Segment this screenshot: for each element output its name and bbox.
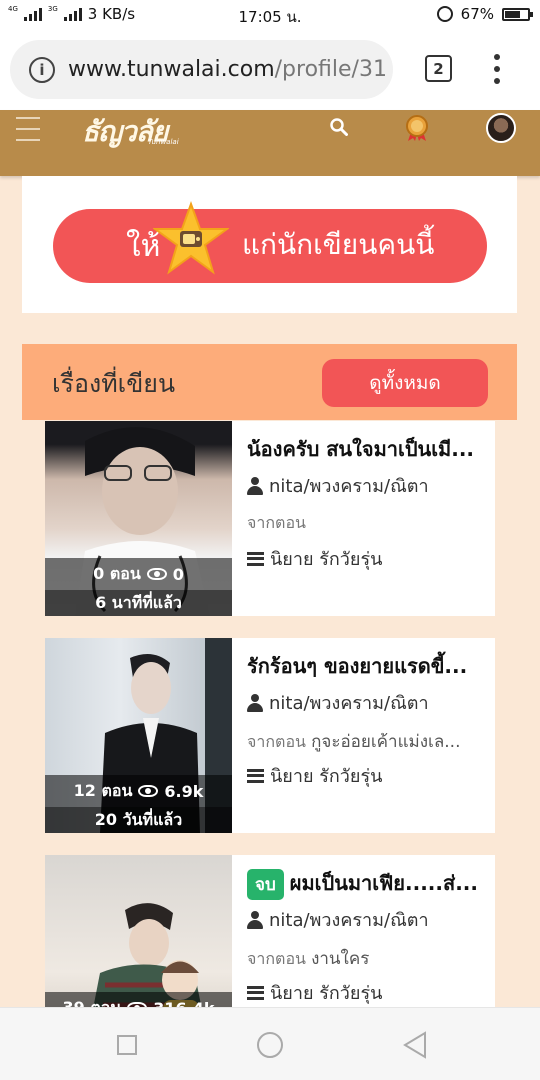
category-text: นิยาย รักวัยรุ่น: [270, 983, 383, 1004]
story-updated: 20 วันที่แล้ว: [45, 807, 232, 833]
medal-icon[interactable]: [403, 114, 431, 142]
category-text: นิยาย รักวัยรุ่น: [270, 766, 383, 787]
nav-square-icon[interactable]: [117, 1035, 137, 1055]
list-icon: [247, 985, 264, 1000]
star-coin-icon: [153, 201, 229, 275]
rotation-lock-icon: [436, 6, 453, 22]
tabs-icon[interactable]: 2: [425, 55, 452, 82]
story-title-text: ผมเป็นมาเฟีย.....ส่...: [289, 871, 478, 895]
status-right: 67%: [436, 5, 533, 23]
story-author[interactable]: nita/พวงคราม/ณิตา: [247, 688, 429, 717]
info-icon[interactable]: i: [29, 56, 55, 83]
from-label: จากตอน: [247, 732, 306, 751]
url-host: www.tunwalai.com: [68, 57, 275, 82]
story-stats: 12 ตอน 6.9k: [45, 775, 232, 807]
url-text[interactable]: www.tunwalai.com/profile/31: [68, 57, 387, 82]
story-category: นิยาย รักวัยรุ่น: [247, 978, 382, 1007]
story-title[interactable]: รักร้อนๆ ของยายแรดขี้...: [247, 650, 487, 682]
author-name: nita/พวงคราม/ณิตา: [269, 476, 429, 497]
url-path: /profile/31: [274, 57, 387, 82]
battery-icon: [502, 7, 533, 21]
episode-count: 0 ตอน: [93, 563, 141, 583]
user-icon: [247, 476, 263, 495]
nav-back-icon[interactable]: [402, 1031, 428, 1059]
status-bar: 4G 3G 3 KB/s 17:05 น. 67%: [0, 0, 540, 30]
see-all-button[interactable]: ดูทั้งหมด: [322, 359, 488, 407]
story-stats: 0 ตอน 0: [45, 558, 232, 590]
menu-icon[interactable]: [492, 54, 502, 84]
episode-title: งานใคร: [311, 949, 370, 969]
eye-icon: [146, 568, 167, 580]
story-cover[interactable]: 0 ตอน 0 6 นาทีที่แล้ว: [45, 421, 232, 616]
avatar[interactable]: [486, 113, 516, 143]
story-updated: 6 นาทีที่แล้ว: [45, 590, 232, 616]
from-label: จากตอน: [247, 513, 306, 532]
address-bar[interactable]: i www.tunwalai.com/profile/31: [10, 40, 393, 99]
story-author[interactable]: nita/พวงคราม/ณิตา: [247, 471, 429, 500]
list-icon: [247, 768, 264, 783]
eye-icon: [138, 785, 159, 797]
site-header: ธัญวลัย Tunwalai: [0, 110, 540, 176]
story-title[interactable]: จบ ผมเป็นมาเฟีย.....ส่...: [247, 867, 487, 900]
stories-section-header: เรื่องที่เขียน ดูทั้งหมด: [22, 344, 517, 420]
nav-home-icon[interactable]: [257, 1032, 283, 1058]
author-name: nita/พวงคราม/ณิตา: [269, 910, 429, 931]
story-category: นิยาย รักวัยรุ่น: [247, 761, 382, 790]
story-latest-episode[interactable]: จากตอน: [247, 511, 487, 536]
story-latest-episode[interactable]: จากตอน กูจะอ่อยเค้าแม่งเล...: [247, 728, 487, 755]
view-count: 6.9k: [164, 781, 204, 801]
story-card[interactable]: 0 ตอน 0 6 นาทีที่แล้ว น้องครับ สนใจมาเป็น…: [45, 421, 495, 616]
story-latest-episode[interactable]: จากตอน งานใคร: [247, 945, 487, 972]
user-icon: [247, 693, 263, 712]
story-title[interactable]: น้องครับ สนใจมาเป็นเมี...: [247, 433, 487, 465]
gift-coin-button[interactable]: ให้ แก่นักเขียนคนนี้: [53, 201, 487, 283]
hamburger-icon[interactable]: [16, 117, 40, 141]
category-text: นิยาย รักวัยรุ่น: [270, 549, 383, 570]
episode-count: 12 ตอน: [73, 780, 133, 800]
section-title: เรื่องที่เขียน: [52, 369, 176, 398]
story-category: นิยาย รักวัยรุ่น: [247, 544, 382, 573]
episode-title: กูจะอ่อยเค้าแม่งเล...: [311, 732, 461, 752]
search-icon[interactable]: [330, 118, 348, 136]
site-logo[interactable]: ธัญวลัย: [82, 110, 168, 154]
browser-toolbar: i www.tunwalai.com/profile/31 2: [0, 30, 540, 110]
completed-badge: จบ: [247, 869, 284, 900]
gift-label-post: แก่นักเขียนคนนี้: [242, 228, 435, 261]
site-logo-sub: Tunwalai: [148, 138, 179, 146]
user-icon: [247, 910, 263, 929]
story-author[interactable]: nita/พวงคราม/ณิตา: [247, 905, 429, 934]
system-nav-bar: [0, 1007, 540, 1080]
view-count: 0: [172, 564, 184, 584]
from-label: จากตอน: [247, 949, 306, 968]
author-name: nita/พวงคราม/ณิตา: [269, 693, 429, 714]
list-icon: [247, 551, 264, 566]
gift-card: ให้ แก่นักเขียนคนนี้: [22, 176, 517, 313]
story-cover[interactable]: 12 ตอน 6.9k 20 วันที่แล้ว: [45, 638, 232, 833]
battery-percent: 67%: [460, 5, 494, 23]
story-card[interactable]: 12 ตอน 6.9k 20 วันที่แล้ว รักร้อนๆ ของยาย…: [45, 638, 495, 833]
